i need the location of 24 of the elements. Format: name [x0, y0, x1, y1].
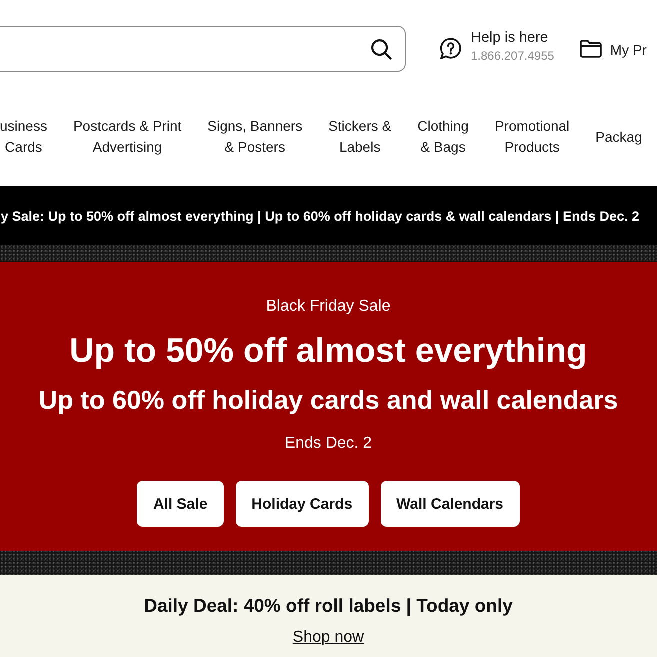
- nav-link[interactable]: usiness Cards: [0, 116, 48, 158]
- shop-now-link[interactable]: Shop now: [292, 628, 364, 648]
- help-bubble-icon: [439, 37, 463, 61]
- nav-link[interactable]: Postcards & Print Advertising: [73, 116, 182, 158]
- folder-icon[interactable]: [580, 40, 602, 58]
- nav-link[interactable]: Packag: [596, 126, 642, 148]
- promo-ticker[interactable]: y Sale: Up to 50% off almost everything | Up to 60% off holiday cards & wall calendars | Ends Dec. 2: [0, 186, 657, 245]
- nav-link[interactable]: Stickers & Labels: [328, 116, 392, 158]
- category-button[interactable]: Holiday Cards: [236, 481, 369, 527]
- daily-deal-text: Daily Deal: 40% off roll labels | Today only: [144, 594, 513, 618]
- category-button[interactable]: Wall Calendars: [380, 481, 520, 527]
- sale-eyebrow: Black Friday Sale: [265, 297, 392, 317]
- help-link[interactable]: Help is here: [471, 28, 554, 46]
- phone-number: 1.866.207.4955: [471, 48, 554, 64]
- header-link[interactable]: My Pr: [610, 42, 647, 58]
- sale-headline: Up to 50% off almost everything: [68, 331, 588, 371]
- nav-link[interactable]: Signs, Banners & Posters: [208, 116, 303, 158]
- nav-link[interactable]: Clothing & Bags: [418, 116, 469, 158]
- sale-end-date: Ends Dec. 2: [284, 434, 374, 454]
- category-button[interactable]: All Sale: [137, 481, 224, 527]
- search-field[interactable]: [0, 26, 406, 72]
- nav-link[interactable]: Promotional Products: [494, 116, 570, 158]
- search-icon[interactable]: [371, 38, 392, 60]
- sale-subheadline: Up to 60% off holiday cards and wall calendars: [38, 384, 620, 416]
